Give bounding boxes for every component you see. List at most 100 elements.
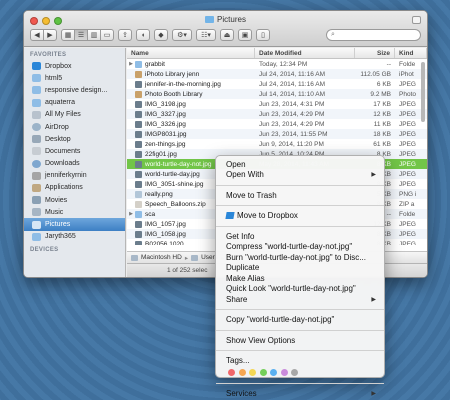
menu-item-move-to-trash[interactable]: Move to Trash [216, 190, 384, 201]
sidebar-item-aquaterra[interactable]: aquaterra [24, 97, 125, 109]
sidebar-item-label: Movies [45, 196, 68, 204]
eject-button[interactable]: ⏏ [220, 29, 234, 41]
file-row[interactable]: ▶ grabbit Today, 12:34 PM -- Folde [127, 59, 427, 69]
menu-item-tags[interactable]: Tags... [216, 356, 384, 367]
file-kind: Folde [399, 210, 416, 218]
menu-item-burn[interactable]: Burn "world-turtle-day-not.jpg" to Disc.… [216, 252, 384, 263]
view-buttons: ▦ ☰ ▥ ▭ [61, 29, 114, 41]
sidebar-item-applications[interactable]: Applications [24, 182, 125, 194]
menu-item-show-view-options[interactable]: Show View Options [216, 335, 384, 346]
menu-item-label: Burn "world-turtle-day-not.jpg" to Disc.… [226, 252, 366, 262]
sidebar-item-html5[interactable]: html5 [24, 72, 125, 84]
tag-color-dot[interactable] [259, 368, 267, 376]
menu-item-label: Tags... [226, 356, 250, 366]
img-file-icon [135, 110, 142, 118]
search-icon: ⌕ [331, 31, 335, 38]
tag-color-dot[interactable] [238, 368, 246, 376]
sidebar-item-label: Pictures [45, 221, 71, 229]
sidebar-item-desktop[interactable]: Desktop [24, 133, 125, 145]
file-kind: PNG i [399, 190, 417, 198]
file-name: really.png [145, 190, 173, 198]
file-size: 61 KB [373, 140, 391, 148]
sidebar-item-dropbox[interactable]: Dropbox [24, 60, 125, 72]
file-row[interactable]: IMG_3326.jpg Jun 23, 2014, 4:29 PM 11 KB JP… [127, 119, 427, 129]
list-view-button[interactable]: ☰ [74, 29, 88, 41]
file-date: Jul 24, 2014, 11:16 AM [259, 70, 326, 78]
icon-view-button[interactable]: ▦ [61, 29, 75, 41]
file-name: IMG_3326.jpg [145, 120, 186, 128]
menu-item-get-info[interactable]: Get Info [216, 231, 384, 242]
sidebar-item-downloads[interactable]: Downloads [24, 158, 125, 170]
sidebar-item-label: aquaterra [45, 99, 75, 107]
file-name: sca [145, 210, 156, 218]
dropbox-toolbar-button[interactable]: ◆ [154, 29, 168, 41]
column-kind[interactable]: Kind [395, 48, 427, 58]
column-view-button[interactable]: ▥ [87, 29, 101, 41]
sidebar-item-label: AirDrop [45, 123, 69, 131]
tag-color-dot[interactable] [249, 368, 256, 376]
column-date-modified[interactable]: Date Modified [255, 48, 355, 58]
fullscreen-button[interactable] [412, 16, 421, 24]
file-row[interactable]: jennifer-in-the-morning.jpg Jul 24, 2014,… [127, 79, 427, 89]
menu-item-label: Show View Options [226, 335, 296, 345]
sidebar-item-documents[interactable]: Documents [24, 145, 125, 157]
tag-color-dot[interactable] [228, 368, 235, 376]
file-row[interactable]: Photo Booth Library Jul 14, 2014, 11:10 A… [127, 89, 427, 99]
file-kind: JPEG [399, 230, 416, 238]
file-row[interactable]: IMG_3198.jpg Jun 23, 2014, 4:31 PM 17 KB JP… [127, 99, 427, 109]
disk-icon [131, 254, 138, 261]
sidebar-item-movies[interactable]: Movies [24, 194, 125, 206]
chevron-right-icon: ▶ [47, 32, 53, 39]
menu-item-services[interactable]: Services ▶ [216, 388, 384, 399]
sidebar-item-label: All My Files [45, 111, 81, 119]
folder-file-icon [135, 60, 142, 68]
sidebar-item-label: html5 [45, 74, 63, 82]
sidebar-item-responsive-design[interactable]: responsive design... [24, 84, 125, 96]
share-button[interactable]: ⇪ [118, 29, 132, 41]
column-name[interactable]: Name [127, 48, 255, 58]
search-field[interactable]: ⌕ [326, 29, 421, 41]
menu-item-quick-look[interactable]: Quick Look "world-turtle-day-not.jpg" [216, 284, 384, 295]
menu-item-make-alias[interactable]: Make Alias [216, 273, 384, 284]
sidebar-item-jenniferkyrnin[interactable]: jenniferkyrnin [24, 170, 125, 182]
menu-item-open-with[interactable]: Open With ▶ [216, 170, 384, 181]
sidebar-item-jaryth365[interactable]: Jaryth365 [24, 231, 125, 243]
sidebar-item-airdrop[interactable]: AirDrop [24, 121, 125, 133]
menu-item-copy[interactable]: Copy "world-turtle-day-not.jpg" [216, 315, 384, 326]
vertical-scrollbar[interactable] [421, 62, 425, 122]
new-folder-button[interactable]: ▣ [238, 29, 252, 41]
file-row[interactable]: IMG_3327.jpg Jun 23, 2014, 4:29 PM 12 KB JP… [127, 109, 427, 119]
folder-icon [191, 254, 199, 261]
tag-color-dot[interactable] [270, 368, 277, 376]
menu-item-share[interactable]: Share ▶ [216, 294, 384, 305]
tag-color-dot[interactable] [280, 368, 288, 376]
disclosure-triangle-icon[interactable]: ▶ [127, 61, 135, 67]
tag-color-dot[interactable] [291, 368, 298, 376]
sidebar-item-pictures[interactable]: Pictures [24, 218, 125, 231]
cover-flow-button[interactable]: ▭ [100, 29, 114, 41]
tags-button[interactable]: ◖ [136, 29, 150, 41]
action-button[interactable]: ⚙▾ [172, 29, 192, 41]
trash-button[interactable]: ▯ [256, 29, 270, 41]
file-name: IMG_1057.jpg [145, 220, 186, 228]
sidebar-item-all-my-files[interactable]: All My Files [24, 109, 125, 121]
path-item-disk[interactable]: Macintosh HD [141, 254, 182, 261]
menu-item-open[interactable]: Open [216, 159, 384, 170]
menu-item-label: Open [226, 159, 246, 169]
menu-item-duplicate[interactable]: Duplicate [216, 263, 384, 274]
back-button[interactable]: ◀ [30, 29, 44, 41]
toolbar: ◀ ▶ ▦ ☰ ▥ ▭ ⇪ ◖ ◆ ⚙▾ ☷▾ ⏏ ▣ ▯ ⌕ [30, 28, 421, 42]
menu-item-compress[interactable]: Compress "world-turtle-day-not.jpg" [216, 242, 384, 253]
arrange-button[interactable]: ☷▾ [196, 29, 216, 41]
file-row[interactable]: iPhoto Library jenn Jul 24, 2014, 11:16 A… [127, 69, 427, 79]
img-file-icon [135, 100, 142, 108]
disclosure-triangle-icon[interactable]: ▶ [127, 211, 135, 217]
forward-button[interactable]: ▶ [43, 29, 57, 41]
file-row[interactable]: zen-things.jpg Jun 9, 2014, 11:20 PM 61 KB… [127, 139, 427, 149]
file-row[interactable]: IMGP8031.jpg Jun 23, 2014, 11:55 PM 18 KB J… [127, 129, 427, 139]
submenu-arrow-icon: ▶ [371, 172, 376, 179]
menu-item-move-to-dropbox[interactable]: Move to Dropbox [216, 211, 384, 222]
column-size[interactable]: Size [355, 48, 395, 58]
menu-separator [216, 382, 384, 384]
sidebar-item-music[interactable]: Music [24, 206, 125, 218]
